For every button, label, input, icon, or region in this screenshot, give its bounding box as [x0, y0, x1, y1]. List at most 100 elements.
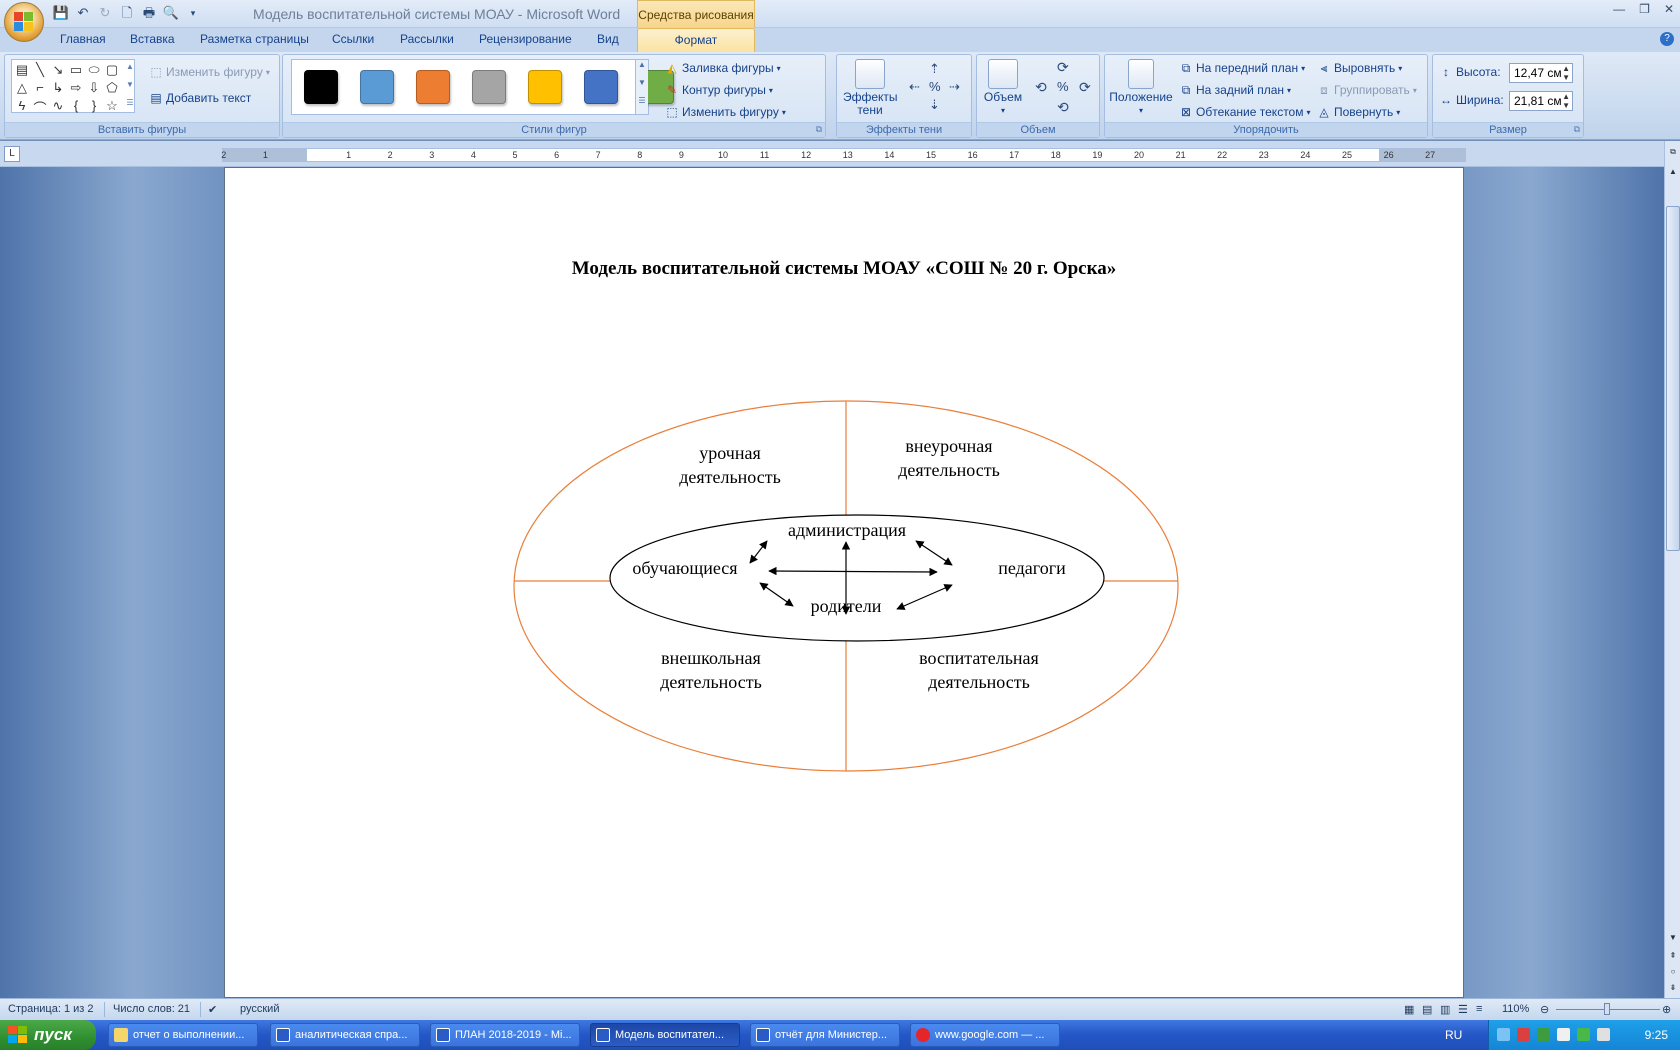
- quadrant-top-left-text[interactable]: урочная деятельность: [665, 441, 795, 489]
- shapes-gallery[interactable]: ▤ ╲ ↘ ▭ ⬭ ▢ △ ⌐ ↳ ⇨ ⇩ ⬠ ϟ ⌒ ∿ { } ☆ ▲ ▼ …: [11, 59, 138, 116]
- zoom-out-icon[interactable]: ⊖: [1540, 1003, 1549, 1016]
- send-to-back-button[interactable]: ⧉ На задний план ▾: [1179, 83, 1291, 97]
- node-students[interactable]: обучающиеся: [615, 556, 755, 580]
- dialog-launcher-icon[interactable]: ⧉: [816, 124, 822, 135]
- shape-styles-gallery[interactable]: ▲ ▼ ☰: [291, 59, 674, 115]
- outline-view-icon[interactable]: ☰: [1458, 1003, 1468, 1016]
- tab-references[interactable]: Ссылки: [332, 32, 374, 46]
- office-button[interactable]: [4, 2, 44, 42]
- tab-review[interactable]: Рецензирование: [479, 32, 572, 46]
- tab-selector[interactable]: L: [4, 146, 20, 162]
- arc-shape-icon[interactable]: ⌒: [32, 98, 48, 117]
- tab-mailings[interactable]: Рассылки: [400, 32, 454, 46]
- language-indicator[interactable]: русский: [240, 1003, 279, 1015]
- tab-page-layout[interactable]: Разметка страницы: [200, 32, 309, 46]
- scroll-down-icon[interactable]: ▼: [1666, 931, 1680, 945]
- lightning-shape-icon[interactable]: ϟ: [14, 98, 30, 113]
- arrow-line-shape-icon[interactable]: ↘: [50, 62, 66, 78]
- scroll-thumb[interactable]: [1666, 206, 1680, 551]
- page-indicator[interactable]: Страница: 1 из 2: [8, 1003, 94, 1015]
- undo-icon[interactable]: ↶: [74, 4, 92, 22]
- spinner-icon[interactable]: ▲ ▼: [1562, 92, 1570, 110]
- tab-format[interactable]: Формат: [637, 28, 755, 52]
- dialog-launcher-icon[interactable]: ⧉: [1574, 124, 1580, 135]
- tray-security-icon[interactable]: [1517, 1028, 1530, 1041]
- proofing-icon[interactable]: ✔: [208, 1003, 217, 1016]
- tab-home[interactable]: Главная: [60, 32, 106, 46]
- print-preview-icon[interactable]: 🔍: [162, 4, 180, 22]
- ruler-toggle-icon[interactable]: ⧉: [1666, 145, 1680, 159]
- scroll-up-icon[interactable]: ▲: [1666, 165, 1680, 179]
- elbow-connector-icon[interactable]: ⌐: [32, 80, 48, 95]
- previous-page-icon[interactable]: ⇞: [1666, 949, 1680, 963]
- 3d-toggle-icon[interactable]: %: [1057, 79, 1069, 94]
- gallery-more-icon[interactable]: ☰: [122, 98, 138, 107]
- shape-fill-button[interactable]: ◭ Заливка фигуры ▾: [665, 61, 780, 75]
- shadow-effects-button[interactable]: Эффекты тени: [841, 59, 899, 117]
- taskbar-item-word-ministry[interactable]: отчёт для Министер...: [750, 1023, 900, 1047]
- flowchart-shape-icon[interactable]: ⬠: [104, 80, 120, 96]
- node-administration[interactable]: администрация: [767, 518, 927, 542]
- volume-button[interactable]: Объем ▾: [981, 59, 1025, 117]
- zoom-level[interactable]: 110%: [1502, 1003, 1529, 1015]
- save-icon[interactable]: 💾: [52, 4, 70, 22]
- taskbar-item-word-report[interactable]: аналитическая спра...: [270, 1023, 420, 1047]
- shadow-nudge-up-icon[interactable]: ⇡: [929, 61, 940, 77]
- taskbar-item-word-plan[interactable]: ПЛАН 2018-2019 - Mi...: [430, 1023, 580, 1047]
- add-text-button[interactable]: ▤ Добавить текст: [149, 91, 251, 105]
- quadrant-bottom-right-text[interactable]: воспитательная деятельность: [899, 646, 1059, 694]
- shape-outline-button[interactable]: ✎ Контур фигуры ▾: [665, 83, 773, 97]
- styles-gallery-scroll[interactable]: ▲ ▼ ☰: [635, 60, 648, 114]
- star-shape-icon[interactable]: ☆: [104, 98, 120, 114]
- horizontal-ruler[interactable]: 2 1 1 2 3 4 5 6 7 8 9 10 11 12 13 14 15 16 17 18 19 20 21 22 23 2…: [221, 148, 1466, 162]
- oval-shape-icon[interactable]: ⬭: [86, 62, 102, 78]
- close-icon[interactable]: ✕: [1664, 2, 1674, 16]
- vertical-scrollbar[interactable]: ⧉ ▲ ▼ ⇞ ○ ⇟: [1664, 141, 1680, 998]
- customize-qat-icon[interactable]: ▾: [184, 4, 202, 22]
- group-button[interactable]: ⧈ Группировать ▾: [1317, 83, 1417, 97]
- shape-style-swatch[interactable]: [304, 70, 338, 104]
- document-page[interactable]: Модель воспитательной системы МОАУ «СОШ …: [224, 167, 1464, 998]
- width-field[interactable]: 21,81 см ▲ ▼: [1509, 91, 1573, 111]
- shadow-nudge-down-icon[interactable]: ⇣: [929, 97, 940, 113]
- language-indicator-tray[interactable]: RU: [1445, 1028, 1462, 1042]
- draft-view-icon[interactable]: ≡: [1476, 1003, 1482, 1015]
- tilt-right-icon[interactable]: ⟳: [1079, 79, 1091, 96]
- restore-icon[interactable]: ❐: [1639, 2, 1650, 16]
- node-parents[interactable]: родители: [791, 594, 901, 618]
- print-icon[interactable]: 🖶: [140, 4, 158, 22]
- tab-insert[interactable]: Вставка: [130, 32, 175, 46]
- tilt-down-icon[interactable]: ⟲: [1057, 99, 1069, 116]
- taskbar-item-word-model[interactable]: Модель воспитател...: [590, 1023, 740, 1047]
- left-brace-icon[interactable]: {: [68, 98, 84, 113]
- taskbar-item-browser[interactable]: www.google.com — ...: [910, 1023, 1060, 1047]
- arrow-teachers-parents[interactable]: [896, 584, 953, 610]
- tab-view[interactable]: Вид: [597, 32, 619, 46]
- shape-style-swatch[interactable]: [360, 70, 394, 104]
- line-shape-icon[interactable]: ╲: [32, 62, 48, 78]
- shape-style-swatch[interactable]: [584, 70, 618, 104]
- curve-shape-icon[interactable]: ∿: [50, 98, 66, 114]
- right-brace-icon[interactable]: }: [86, 98, 102, 113]
- word-count[interactable]: Число слов: 21: [113, 1003, 190, 1015]
- height-field[interactable]: 12,47 см ▲ ▼: [1509, 63, 1573, 83]
- shape-style-swatch[interactable]: [416, 70, 450, 104]
- gallery-down-icon[interactable]: ▼: [122, 80, 138, 89]
- rectangle-shape-icon[interactable]: ▭: [68, 62, 84, 78]
- minimize-icon[interactable]: —: [1613, 2, 1625, 16]
- quadrant-bottom-left-text[interactable]: внешкольная деятельность: [641, 646, 781, 694]
- bring-to-front-button[interactable]: ⧉ На передний план ▾: [1179, 61, 1305, 75]
- shadow-toggle-icon[interactable]: %: [929, 79, 941, 94]
- arrow-admin-teachers[interactable]: [915, 540, 953, 566]
- browse-object-icon[interactable]: ○: [1666, 965, 1680, 979]
- taskbar-item-folder[interactable]: отчет о выполнении...: [108, 1023, 258, 1047]
- tilt-up-icon[interactable]: ⟳: [1057, 59, 1069, 76]
- tray-arrow-icon[interactable]: [1497, 1028, 1510, 1041]
- spinner-icon[interactable]: ▲ ▼: [1562, 64, 1570, 82]
- position-button[interactable]: Положение ▾: [1109, 59, 1173, 117]
- triangle-shape-icon[interactable]: △: [14, 80, 30, 96]
- print-layout-view-icon[interactable]: ▦: [1404, 1003, 1414, 1016]
- arrow-horizontal[interactable]: [768, 566, 938, 577]
- shadow-nudge-right-icon[interactable]: ⇢: [949, 79, 960, 95]
- tray-volume-icon[interactable]: [1557, 1028, 1570, 1041]
